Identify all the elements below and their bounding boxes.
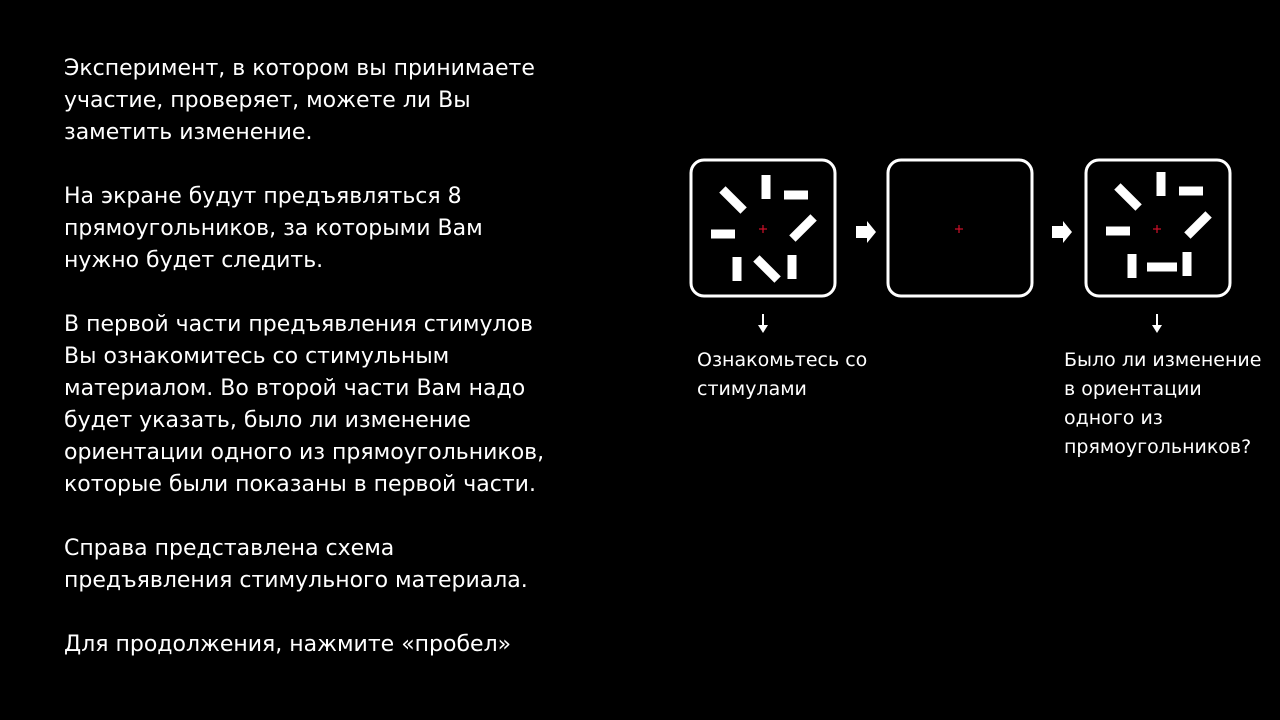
- fixation-cross: [1153, 225, 1161, 233]
- stim-bar: [1179, 186, 1203, 196]
- fixation-cross: [759, 225, 767, 233]
- instructions-paragraph-2: На экране будут предъявляться 8 прямоуго…: [64, 184, 483, 273]
- stim-bar: [1106, 226, 1130, 236]
- instructions-paragraph-1: Эксперимент, в котором вы принимаете уча…: [64, 56, 535, 145]
- stim-bar: [711, 229, 735, 239]
- stim-bar: [761, 175, 771, 199]
- arrow-right-icon: [856, 221, 876, 243]
- stim-bar: [1182, 252, 1192, 276]
- caption-test: Было ли изменение в ориентации одного из…: [1064, 349, 1262, 458]
- fixation-cross: [955, 225, 963, 233]
- stim-bar: [719, 186, 747, 214]
- arrow-right-icon: [1052, 221, 1072, 243]
- frame-blank: [886, 158, 1034, 298]
- arrow-down-icon: [1152, 314, 1162, 333]
- stim-bar-changed: [1147, 262, 1177, 272]
- instructions-paragraph-3: В первой части предъявления стимулов Вы …: [64, 312, 545, 497]
- frame-test: [1084, 158, 1232, 298]
- instructions-text: Эксперимент, в котором вы принимаете уча…: [64, 53, 554, 661]
- caption-sample: Ознакомьтесь со стимулами: [697, 349, 868, 400]
- continue-prompt: Для продолжения, нажмите «пробел»: [64, 632, 512, 657]
- stim-bar: [1156, 172, 1166, 196]
- stim-bar: [732, 257, 742, 281]
- stim-bar: [1184, 211, 1212, 239]
- frame-sample: [689, 158, 837, 298]
- stim-bar: [787, 255, 797, 279]
- arrow-down-icon: [758, 314, 768, 333]
- stim-bar: [784, 190, 808, 200]
- stim-bar: [1127, 254, 1137, 278]
- instructions-paragraph-4: Справа представлена схема предъявления с…: [64, 536, 528, 593]
- stim-bar: [753, 255, 781, 283]
- stim-bar: [1114, 183, 1142, 211]
- stim-bar: [789, 214, 817, 242]
